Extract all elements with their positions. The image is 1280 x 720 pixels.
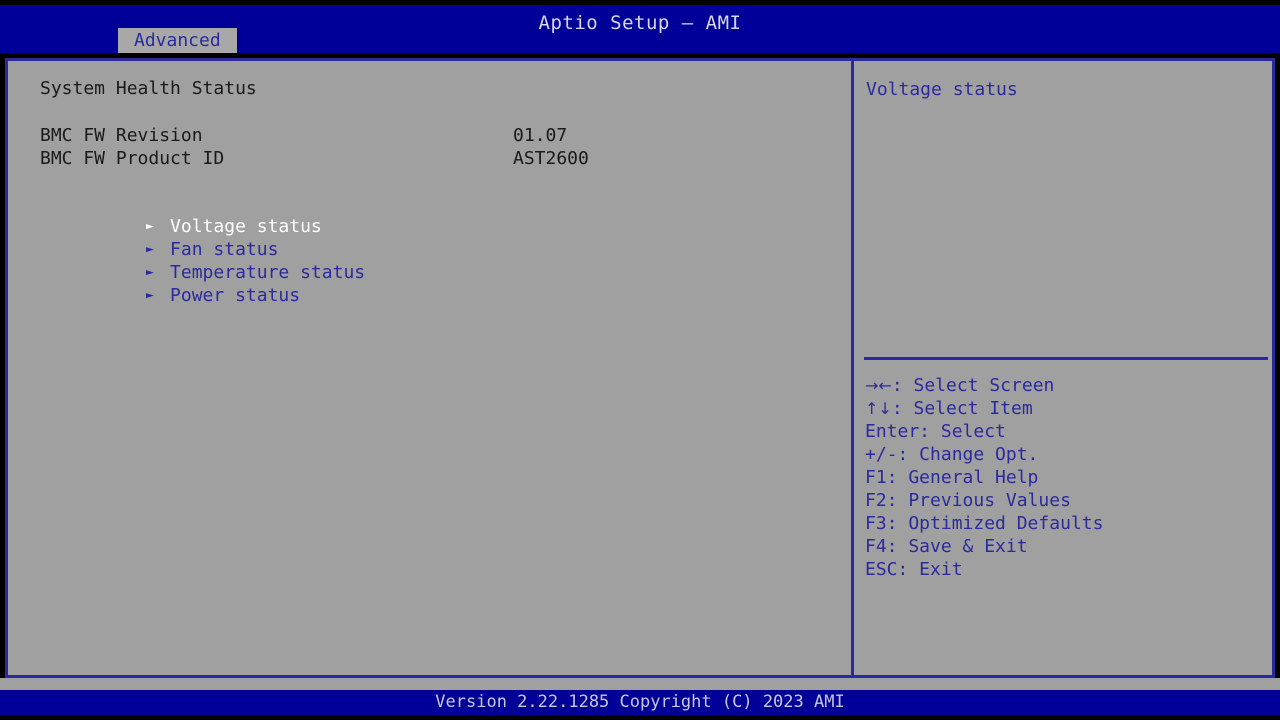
- footer-spacer: [0, 678, 1280, 690]
- info-label: BMC FW Revision: [40, 125, 203, 146]
- info-row: BMC FW Product ID AST2600: [40, 147, 830, 170]
- help-description: Voltage status: [866, 79, 1018, 100]
- footer-band: Version 2.22.1285 Copyright (C) 2023 AMI: [0, 690, 1280, 715]
- info-label: BMC FW Product ID: [40, 148, 225, 169]
- key-legend-f1-general-help: F1: General Help: [865, 467, 1039, 488]
- info-value: 01.07: [513, 125, 568, 146]
- key-legend-list: →←: Select Screen ↑↓: Select Item Enter:…: [865, 374, 1265, 581]
- tab-advanced[interactable]: Advanced: [118, 28, 237, 53]
- info-value: AST2600: [513, 148, 589, 169]
- bios-setup-screen: Aptio Setup – AMI Advanced System Health…: [0, 0, 1280, 720]
- key-legend-f3-optimized-defaults: F3: Optimized Defaults: [865, 513, 1104, 534]
- info-row: BMC FW Revision 01.07: [40, 124, 830, 147]
- key-legend-esc-exit: ESC: Exit: [865, 559, 963, 580]
- key-legend-select-item: ↑↓: Select Item: [865, 397, 1265, 420]
- help-divider: [864, 357, 1268, 360]
- submenu-arrow-icon: ►: [146, 288, 154, 303]
- version-text: Version 2.22.1285 Copyright (C) 2023 AMI: [435, 692, 845, 712]
- menu-item-voltage-status[interactable]: ► Voltage status: [16, 192, 836, 237]
- key-legend-f4-save-exit: F4: Save & Exit: [865, 536, 1028, 557]
- menu-tab-strip: Advanced: [118, 28, 237, 53]
- key-legend-select-screen: →←: Select Screen: [865, 374, 1265, 397]
- menu-item-temperature-status[interactable]: ► Temperature status: [16, 238, 836, 283]
- main-panel: System Health Status BMC FW Revision 01.…: [5, 58, 1275, 678]
- section-title: System Health Status: [40, 78, 257, 99]
- submenu-list: ► Voltage status ► Fan status ► Temperature…: [16, 192, 836, 306]
- left-right-arrow-icon: →←: [865, 376, 892, 395]
- key-legend-change-opt: +/-: Change Opt.: [865, 444, 1039, 465]
- key-legend-label: : Select Item: [891, 398, 1033, 419]
- settings-pane: System Health Status BMC FW Revision 01.…: [8, 61, 851, 675]
- menu-item-power-status[interactable]: ► Power status: [16, 261, 836, 306]
- key-legend-label: : Select Screen: [891, 375, 1055, 396]
- key-legend-enter: Enter: Select: [865, 421, 1006, 442]
- info-row-list: BMC FW Revision 01.07 BMC FW Product ID …: [40, 124, 830, 170]
- help-pane: Voltage status →←: Select Screen ↑↓: Sel…: [854, 61, 1272, 675]
- menu-item-fan-status[interactable]: ► Fan status: [16, 215, 836, 260]
- menu-item-label: Power status: [170, 285, 301, 306]
- up-down-arrow-icon: ↑↓: [865, 399, 892, 418]
- key-legend-f2-previous-values: F2: Previous Values: [865, 490, 1071, 511]
